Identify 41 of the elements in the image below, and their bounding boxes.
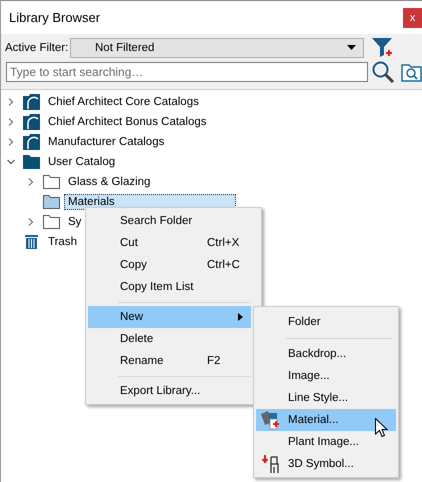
tree-item[interactable]: User Catalog [44,154,120,170]
tree-item[interactable]: Chief Architect Bonus Catalogs [44,114,211,130]
trash-icon [23,234,41,250]
menu-item[interactable]: Search Folder [88,210,251,232]
filter-add-icon[interactable] [371,36,395,58]
menu-item[interactable]: 3D Symbol... [256,453,396,475]
material-swatch-icon [260,410,282,430]
dropdown-caret-icon[interactable] [347,45,356,50]
menu-item[interactable]: Backdrop... [256,343,396,365]
menu-item[interactable]: Export Library... [88,380,251,402]
catalog-icon [23,134,41,150]
tree-item[interactable]: Chief Architect Core Catalogs [44,94,203,110]
window-title: Library Browser [8,10,100,25]
filter-dropdown[interactable]: Not Filtered [70,38,364,58]
catalog-icon [23,94,41,110]
tree-item[interactable]: Glass & Glazing [64,174,154,190]
menu-item[interactable]: Folder [256,311,396,333]
search-field[interactable]: Type to start searching… [6,62,368,82]
menu-item[interactable]: New [88,306,251,328]
mouse-cursor-icon [375,418,388,438]
menu-item[interactable]: Line Style... [256,387,396,409]
menu-item[interactable]: Delete [88,328,251,350]
search-icon[interactable] [372,61,394,83]
folder-icon [43,214,61,230]
menu-item[interactable]: Rename F2 [88,350,251,372]
folder-search-icon[interactable] [401,62,422,82]
folder-icon [43,194,61,210]
close-button[interactable]: x [403,8,422,28]
menu-item[interactable]: Cut Ctrl+X [88,232,251,254]
tree-item[interactable]: Manufacturer Catalogs [44,134,168,150]
filter-label: Active Filter: [5,42,67,54]
menu-item[interactable]: Copy Ctrl+C [88,254,251,276]
tree-item[interactable]: Trash [44,234,81,250]
tree-item[interactable]: Sy [64,214,86,230]
menu-item[interactable]: Material... [256,409,396,431]
folder-icon [43,174,61,190]
catalog-icon [23,114,41,130]
folder-icon [23,154,41,170]
menu-item[interactable]: Image... [256,365,396,387]
menu-item[interactable]: Copy Item List [88,276,251,298]
menu-item[interactable]: Plant Image... [256,431,396,453]
